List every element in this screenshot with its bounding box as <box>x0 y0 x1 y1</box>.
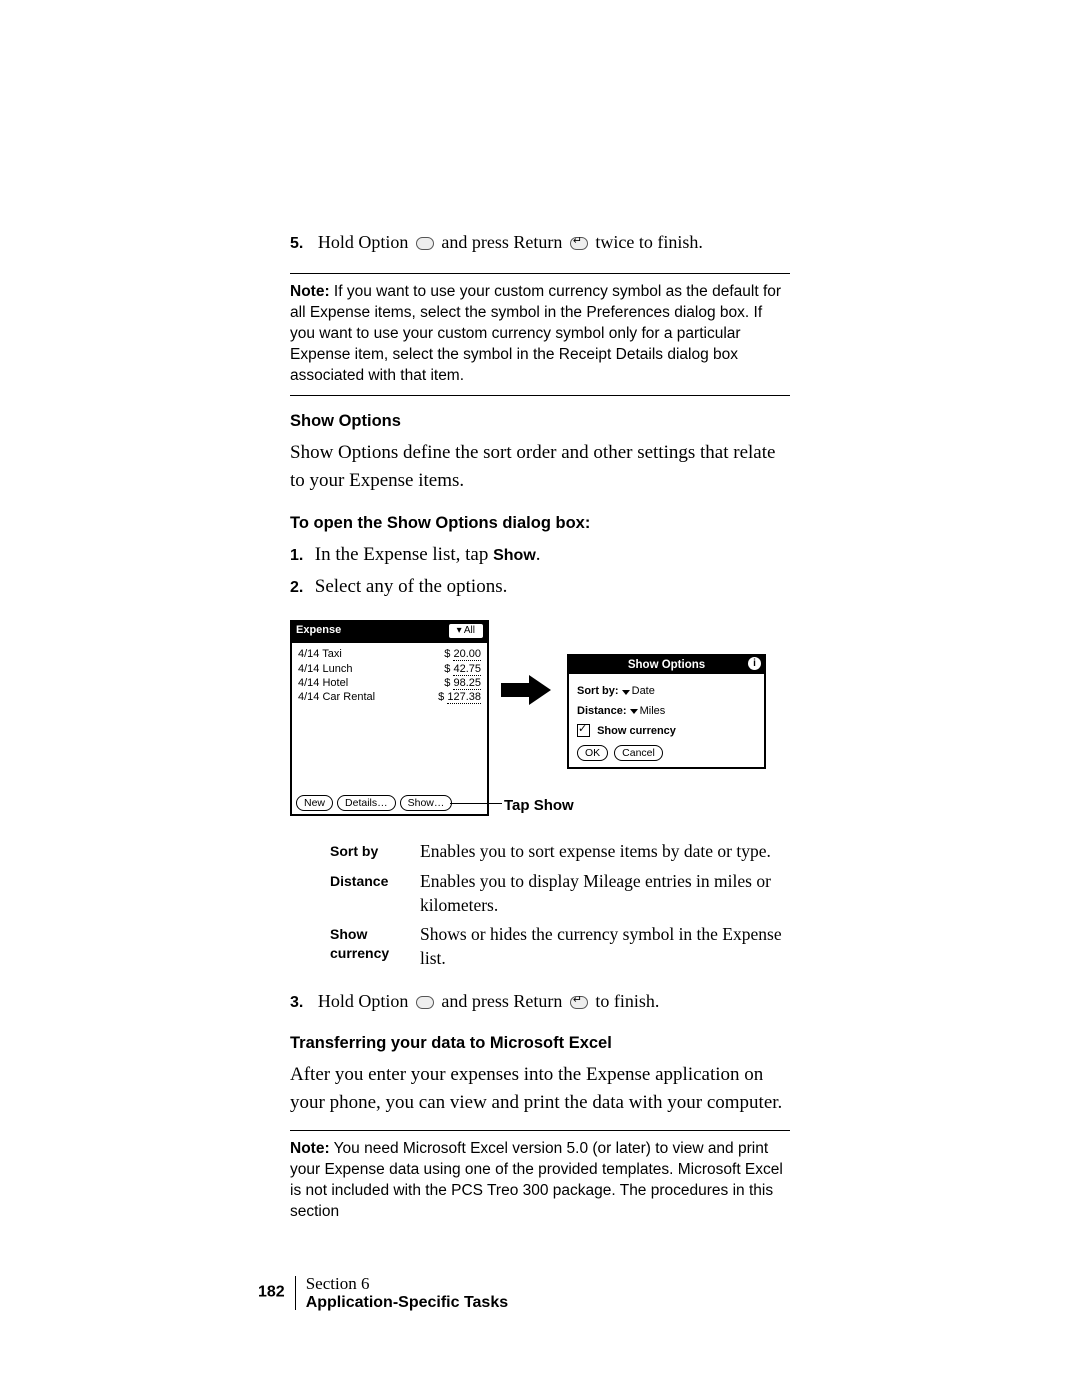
def-row: Distance Enables you to display Mileage … <box>330 870 790 917</box>
distance-dropdown[interactable]: Miles <box>630 704 666 719</box>
palm-titlebar: Expense ▾ All <box>292 622 487 639</box>
definition-list: Sort by Enables you to sort expense item… <box>330 840 790 970</box>
heading-open-dialog: To open the Show Options dialog box: <box>290 512 790 535</box>
heading-show-options: Show Options <box>290 410 790 433</box>
sortby-label: Sort by: <box>577 686 619 698</box>
palm-expense-screen: Expense ▾ All 4/14 Taxi$ 20.00 4/14 Lunc… <box>290 620 489 816</box>
divider <box>290 395 790 396</box>
step-text-pre: Hold Option <box>318 232 413 252</box>
step-bold: Show <box>493 547 536 564</box>
option-key-icon <box>416 996 434 1009</box>
def-term: Show currency <box>330 923 420 970</box>
def-term: Sort by <box>330 840 420 864</box>
def-row: Show currency Shows or hides the currenc… <box>330 923 790 970</box>
palm-list: 4/14 Taxi$ 20.00 4/14 Lunch$ 42.75 4/14 … <box>292 643 487 708</box>
divider <box>295 1276 296 1310</box>
note-text: You need Microsoft Excel version 5.0 (or… <box>290 1140 783 1220</box>
details-button[interactable]: Details… <box>337 795 396 811</box>
show-options-dialog: Show Options i Sort by: Date Distance: M… <box>567 654 766 769</box>
section-label: Section 6 <box>306 1274 508 1294</box>
option-key-icon <box>416 237 434 250</box>
step-5: 5. Hold Option and press Return twice to… <box>290 230 790 255</box>
show-currency-row[interactable]: Show currency <box>577 724 756 739</box>
divider <box>290 273 790 274</box>
step-text: Select any of the options. <box>315 576 508 597</box>
step-text: In the Expense list, tap <box>315 544 493 565</box>
body-transferring: After you enter your expenses into the E… <box>290 1061 790 1116</box>
show-currency-label: Show currency <box>597 725 676 737</box>
note-text: If you want to use your custom currency … <box>290 283 781 384</box>
step-number: 2. <box>290 576 310 599</box>
new-button[interactable]: New <box>296 795 333 811</box>
step-number: 5. <box>290 235 303 252</box>
list-item[interactable]: 4/14 Taxi$ 20.00 <box>298 647 481 661</box>
def-desc: Shows or hides the currency symbol in th… <box>420 923 790 970</box>
note-label: Note: <box>290 283 330 300</box>
body-show-options: Show Options define the sort order and o… <box>290 439 790 494</box>
page-footer: 182 Section 6 Application-Specific Tasks <box>258 1274 508 1312</box>
step-number: 1. <box>290 544 310 567</box>
divider <box>290 1130 790 1131</box>
return-key-icon <box>570 237 588 250</box>
return-key-icon <box>570 996 588 1009</box>
checkbox-icon[interactable] <box>577 724 590 737</box>
page-number: 182 <box>258 1284 285 1301</box>
note-label: Note: <box>290 1140 330 1157</box>
step-2: 2. Select any of the options. <box>290 573 790 601</box>
def-row: Sort by Enables you to sort expense item… <box>330 840 790 864</box>
list-item[interactable]: 4/14 Lunch$ 42.75 <box>298 662 481 676</box>
def-desc: Enables you to sort expense items by dat… <box>420 840 790 864</box>
cancel-button[interactable]: Cancel <box>614 745 663 761</box>
show-button[interactable]: Show… <box>400 795 453 811</box>
heading-transferring: Transferring your data to Microsoft Exce… <box>290 1032 790 1055</box>
chevron-down-icon <box>622 690 630 695</box>
info-icon[interactable]: i <box>748 657 761 670</box>
step-text-pre: Hold Option <box>318 991 413 1011</box>
step-text-post: . <box>536 544 541 565</box>
note-block: Note: If you want to use your custom cur… <box>290 282 790 387</box>
list-item[interactable]: 4/14 Hotel$ 98.25 <box>298 676 481 690</box>
distance-label: Distance: <box>577 705 627 717</box>
arrow-icon <box>501 675 551 712</box>
tap-show-label: Tap Show <box>504 795 574 816</box>
palm-filter-dropdown[interactable]: ▾ All <box>449 624 483 638</box>
def-desc: Enables you to display Mileage entries i… <box>420 870 790 917</box>
chevron-down-icon <box>630 709 638 714</box>
step-text-post: twice to finish. <box>595 232 702 252</box>
list-item[interactable]: 4/14 Car Rental$ 127.38 <box>298 690 481 704</box>
distance-row: Distance: Miles <box>577 704 756 720</box>
callout-line <box>450 803 502 804</box>
sortby-row: Sort by: Date <box>577 684 756 700</box>
step-1: 1. In the Expense list, tap Show. <box>290 541 790 569</box>
ok-button[interactable]: OK <box>577 745 608 761</box>
step-text-post: to finish. <box>595 991 659 1011</box>
sortby-dropdown[interactable]: Date <box>622 684 655 699</box>
step-3: 3. Hold Option and press Return to finis… <box>290 989 790 1014</box>
figure: Expense ▾ All 4/14 Taxi$ 20.00 4/14 Lunc… <box>290 620 790 816</box>
dialog-title: Show Options i <box>569 656 764 674</box>
step-text-mid: and press Return <box>441 232 566 252</box>
note-block: Note: You need Microsoft Excel version 5… <box>290 1139 790 1223</box>
step-text-mid: and press Return <box>441 991 566 1011</box>
def-term: Distance <box>330 870 420 917</box>
palm-title: Expense <box>296 623 341 638</box>
section-topic: Application-Specific Tasks <box>306 1294 508 1312</box>
step-number: 3. <box>290 994 303 1011</box>
